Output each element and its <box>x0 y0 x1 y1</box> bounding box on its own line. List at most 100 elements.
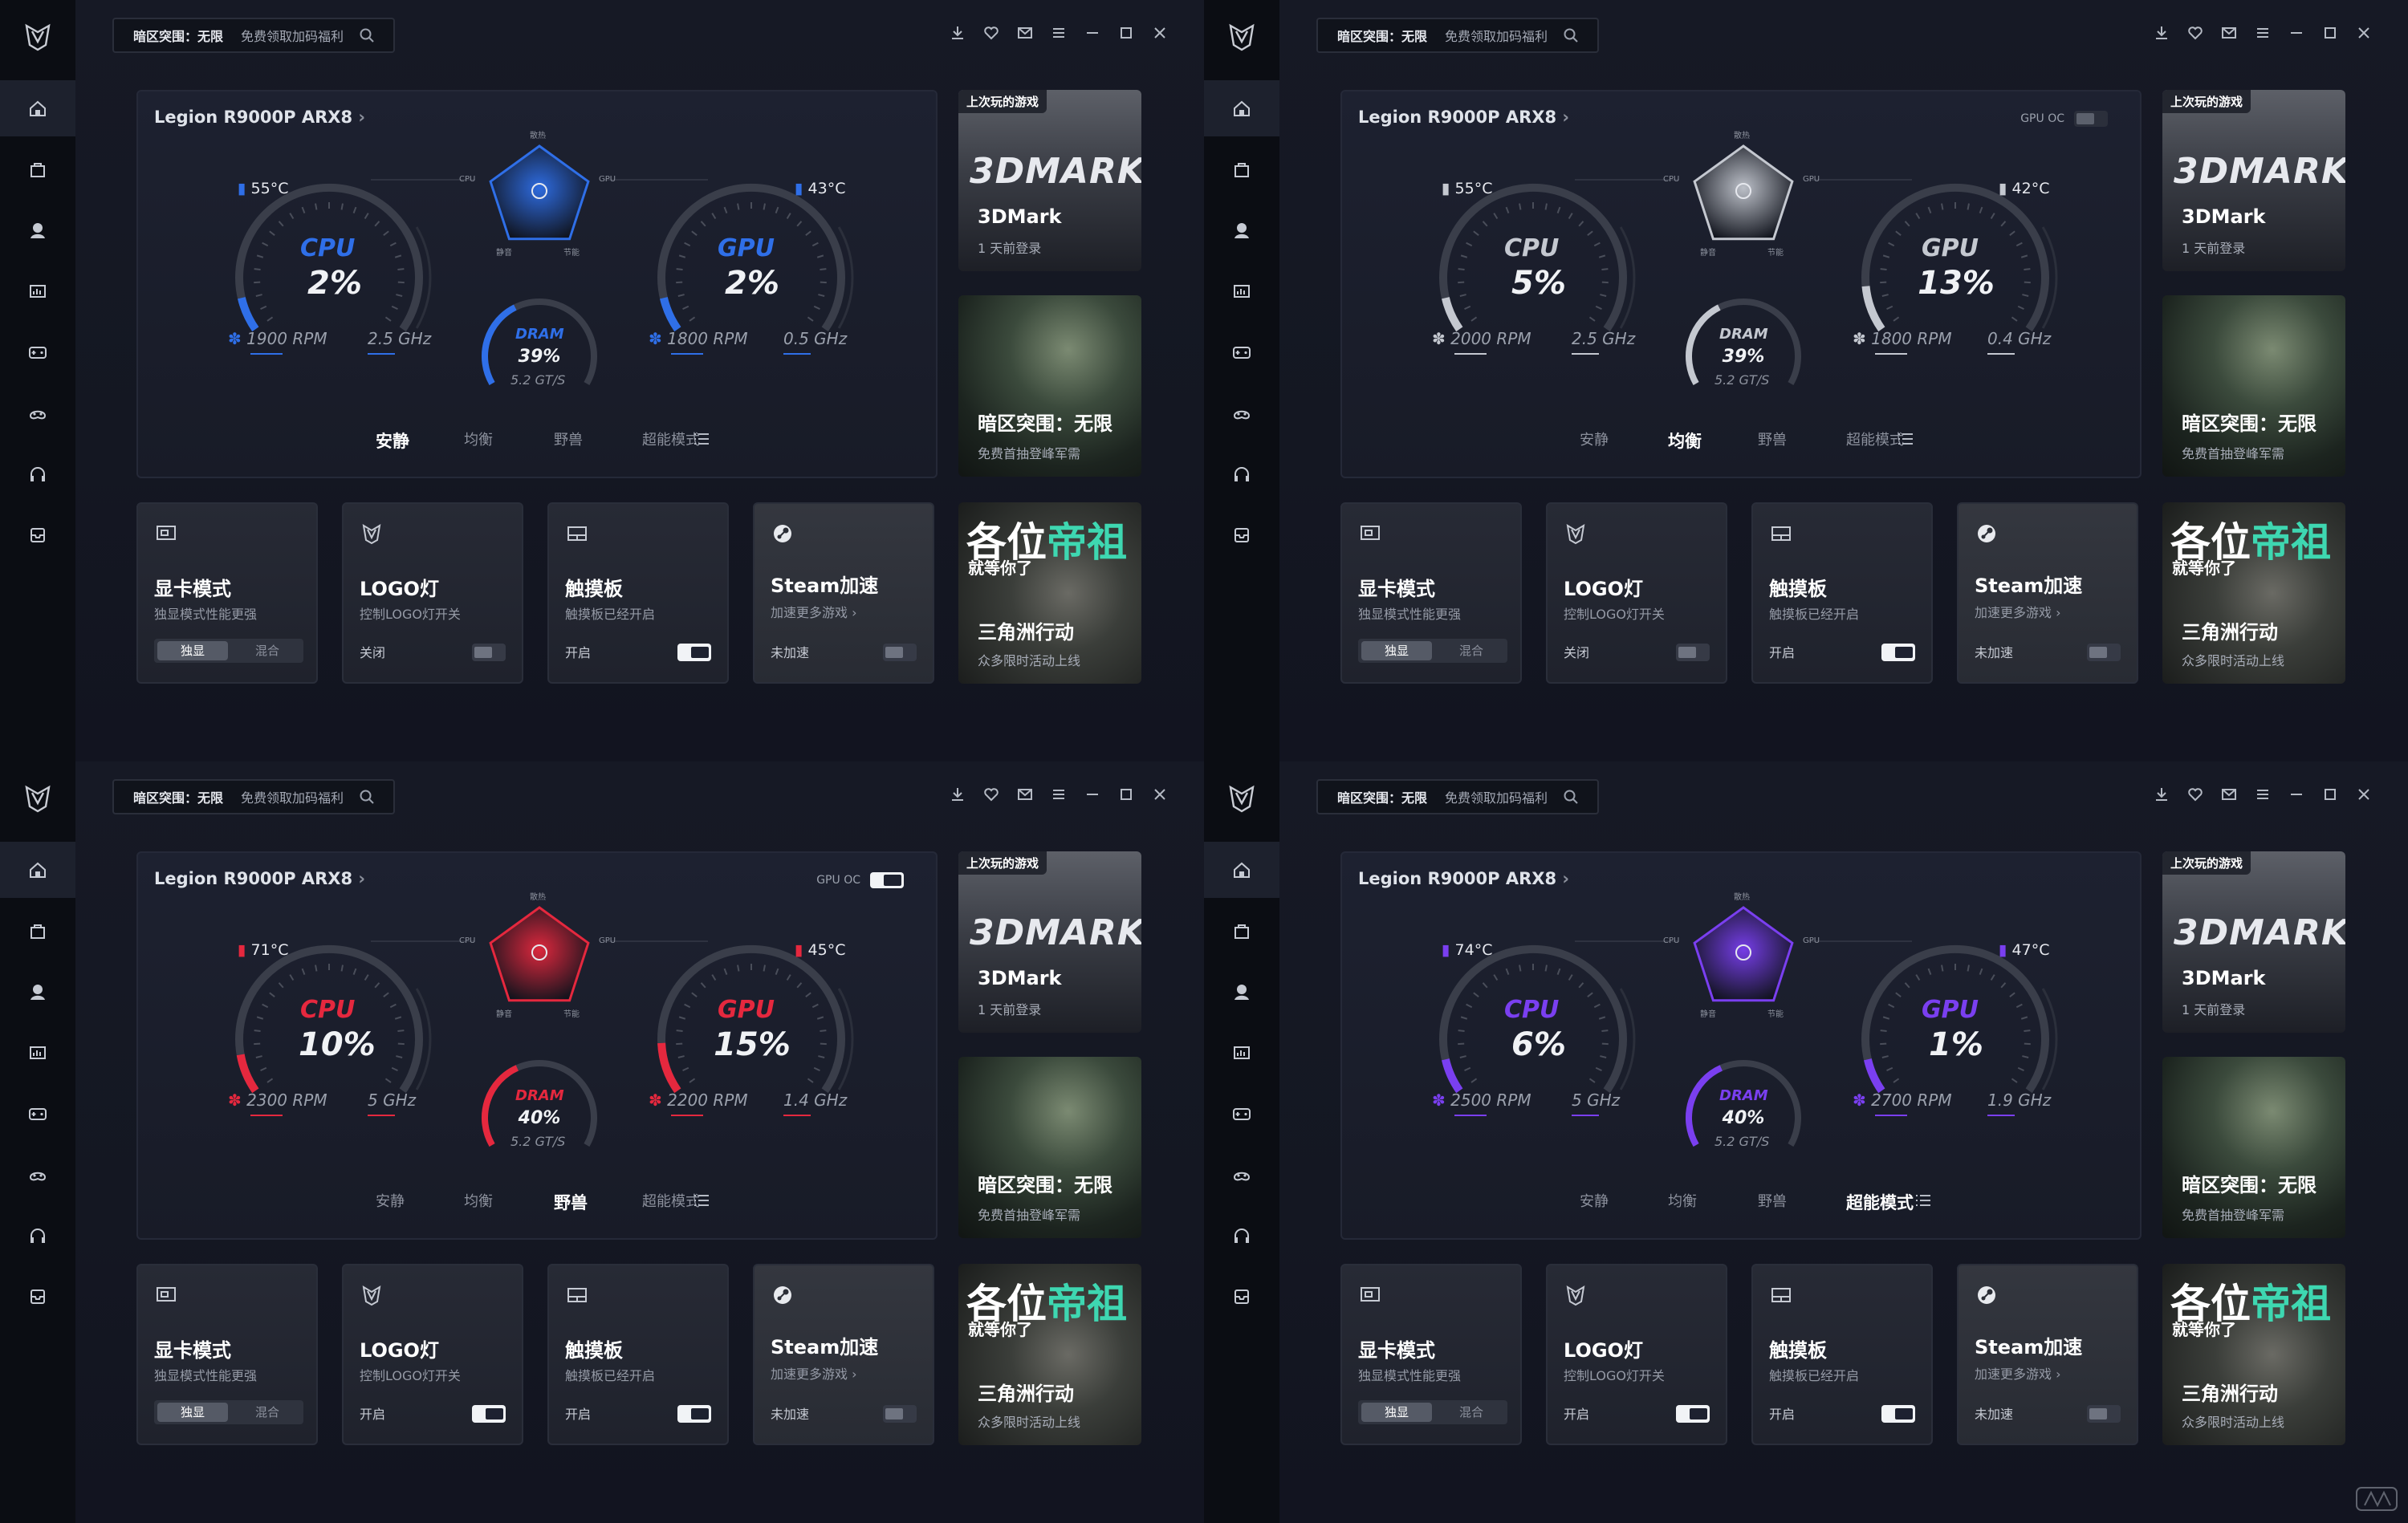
touchpad-toggle[interactable] <box>677 1405 711 1423</box>
search-box[interactable]: 暗区突围：无限 免费领取加码福利 <box>112 18 395 53</box>
touchpad-card[interactable]: 触摸板 触摸板已经开启 开启 <box>1751 502 1933 684</box>
mode-tab-balanced[interactable]: 均衡 <box>1668 1190 1697 1211</box>
sidebar-item-chart[interactable] <box>1204 1025 1279 1081</box>
sidebar-item-gamepad[interactable] <box>1204 324 1279 380</box>
touchpad-toggle[interactable] <box>677 644 711 661</box>
game-card-arena-breakout[interactable]: 暗区突围：无限 免费首抽登峰军需 <box>2162 295 2345 477</box>
download-icon[interactable] <box>946 21 970 45</box>
search-icon[interactable] <box>358 788 376 806</box>
list-icon[interactable] <box>694 1193 710 1208</box>
sidebar-item-home[interactable] <box>1204 80 1279 136</box>
search-icon[interactable] <box>358 26 376 44</box>
minimize-icon[interactable] <box>2284 782 2308 806</box>
mode-tab-beast[interactable]: 野兽 <box>554 1190 588 1214</box>
mode-tab-quiet[interactable]: 安静 <box>1580 428 1609 449</box>
touchpad-toggle[interactable] <box>1881 644 1915 661</box>
minimize-icon[interactable] <box>1080 21 1104 45</box>
sidebar-item-headset[interactable] <box>1204 446 1279 502</box>
game-card-3dmark[interactable]: 3DMARK 上次玩的游戏 3DMark 1 天前登录 <box>958 90 1141 271</box>
mode-tab-quiet[interactable]: 安静 <box>1580 1190 1609 1211</box>
sidebar-item-mailbox[interactable] <box>1204 1269 1279 1325</box>
game-card-arena-breakout[interactable]: 暗区突围：无限 免费首抽登峰军需 <box>2162 1057 2345 1238</box>
steam-more-games-link[interactable]: 加速更多游戏 › <box>771 1363 857 1383</box>
download-icon[interactable] <box>2150 782 2174 806</box>
search-icon[interactable] <box>1562 26 1580 44</box>
maximize-icon[interactable] <box>2318 782 2342 806</box>
heart-icon[interactable] <box>979 782 1003 806</box>
gpu-mode-hybrid[interactable]: 混合 <box>231 639 303 663</box>
sidebar-item-mailbox[interactable] <box>0 507 75 563</box>
game-card-arena-breakout[interactable]: 暗区突围：无限 免费首抽登峰军需 <box>958 295 1141 477</box>
heart-icon[interactable] <box>2183 21 2207 45</box>
minimize-icon[interactable] <box>1080 782 1104 806</box>
mode-tab-quiet[interactable]: 安静 <box>376 1190 405 1211</box>
gpu-mode-discrete[interactable]: 独显 <box>1361 1403 1432 1422</box>
close-icon[interactable] <box>2352 782 2376 806</box>
menu-icon[interactable] <box>2251 21 2275 45</box>
mode-tab-beast[interactable]: 野兽 <box>1758 1190 1787 1211</box>
sidebar-item-bag[interactable] <box>0 903 75 959</box>
game-card-delta-force[interactable]: 各位帝祖 就等你了 三角洲行动 众多限时活动上线 <box>958 1264 1141 1445</box>
steam-boost-toggle[interactable] <box>2087 1405 2121 1423</box>
mode-tab-quiet[interactable]: 安静 <box>376 428 409 453</box>
gpu-mode-hybrid[interactable]: 混合 <box>1435 1400 1507 1424</box>
download-icon[interactable] <box>946 782 970 806</box>
sidebar-item-gamepad[interactable] <box>0 324 75 380</box>
gpu-mode-card[interactable]: 显卡模式 独显模式性能更强 独显 混合 <box>1340 1264 1522 1445</box>
gpu-mode-discrete[interactable]: 独显 <box>157 641 228 660</box>
sidebar-item-headset[interactable] <box>0 1208 75 1264</box>
logo-light-card[interactable]: LOGO灯 控制LOGO灯开关 开启 <box>342 1264 523 1445</box>
sidebar-item-mailbox[interactable] <box>1204 507 1279 563</box>
steam-boost-toggle[interactable] <box>2087 644 2121 661</box>
mail-icon[interactable] <box>1013 21 1037 45</box>
gpu-mode-discrete[interactable]: 独显 <box>1361 641 1432 660</box>
sidebar-item-bag[interactable] <box>0 141 75 197</box>
list-icon[interactable] <box>1898 432 1914 446</box>
sidebar-item-home[interactable] <box>1204 842 1279 898</box>
gpu-mode-card[interactable]: 显卡模式 独显模式性能更强 独显 混合 <box>1340 502 1522 684</box>
close-icon[interactable] <box>2352 21 2376 45</box>
sidebar-item-mailbox[interactable] <box>0 1269 75 1325</box>
sidebar-item-controller[interactable] <box>0 1147 75 1203</box>
search-featured-game[interactable]: 暗区突围：无限 <box>1337 787 1427 806</box>
sidebar-item-chart[interactable] <box>0 1025 75 1081</box>
mode-tab-balanced[interactable]: 均衡 <box>464 428 493 449</box>
search-box[interactable]: 暗区突围：无限 免费领取加码福利 <box>1316 18 1599 53</box>
heart-icon[interactable] <box>979 21 1003 45</box>
search-featured-game[interactable]: 暗区突围：无限 <box>1337 26 1427 45</box>
gpu-mode-hybrid[interactable]: 混合 <box>1435 639 1507 663</box>
sidebar-item-home[interactable] <box>0 80 75 136</box>
menu-icon[interactable] <box>1047 21 1071 45</box>
steam-more-games-link[interactable]: 加速更多游戏 › <box>771 602 857 621</box>
logo-light-toggle[interactable] <box>1676 1405 1710 1423</box>
touchpad-card[interactable]: 触摸板 触摸板已经开启 开启 <box>547 1264 729 1445</box>
sidebar-item-avatar[interactable] <box>1204 202 1279 258</box>
sidebar-item-avatar[interactable] <box>1204 964 1279 1020</box>
logo-light-card[interactable]: LOGO灯 控制LOGO灯开关 关闭 <box>342 502 523 684</box>
logo-light-toggle[interactable] <box>472 1405 506 1423</box>
steam-boost-card[interactable]: Steam加速 加速更多游戏 › 未加速 <box>1957 1264 2138 1445</box>
gpu-mode-card[interactable]: 显卡模式 独显模式性能更强 独显 混合 <box>136 502 318 684</box>
mail-icon[interactable] <box>2217 782 2241 806</box>
search-box[interactable]: 暗区突围：无限 免费领取加码福利 <box>112 779 395 814</box>
steam-boost-card[interactable]: Steam加速 加速更多游戏 › 未加速 <box>1957 502 2138 684</box>
gpu-mode-discrete[interactable]: 独显 <box>157 1403 228 1422</box>
search-featured-game[interactable]: 暗区突围：无限 <box>133 26 223 45</box>
steam-boost-toggle[interactable] <box>883 1405 917 1423</box>
mode-tab-super[interactable]: 超能模式 <box>1846 1190 1914 1214</box>
game-card-3dmark[interactable]: 3DMARK 上次玩的游戏 3DMark 1 天前登录 <box>958 851 1141 1033</box>
sidebar-item-headset[interactable] <box>1204 1208 1279 1264</box>
menu-icon[interactable] <box>2251 782 2275 806</box>
download-icon[interactable] <box>2150 21 2174 45</box>
steam-more-games-link[interactable]: 加速更多游戏 › <box>1975 602 2061 621</box>
sidebar-item-bag[interactable] <box>1204 141 1279 197</box>
menu-icon[interactable] <box>1047 782 1071 806</box>
sidebar-item-controller[interactable] <box>1204 385 1279 441</box>
steam-boost-card[interactable]: Steam加速 加速更多游戏 › 未加速 <box>753 1264 934 1445</box>
mode-tab-super[interactable]: 超能模式 <box>642 428 700 449</box>
steam-boost-toggle[interactable] <box>883 644 917 661</box>
list-icon[interactable] <box>694 432 710 446</box>
game-card-3dmark[interactable]: 3DMARK 上次玩的游戏 3DMark 1 天前登录 <box>2162 90 2345 271</box>
game-card-delta-force[interactable]: 各位帝祖 就等你了 三角洲行动 众多限时活动上线 <box>2162 1264 2345 1445</box>
maximize-icon[interactable] <box>1114 21 1138 45</box>
